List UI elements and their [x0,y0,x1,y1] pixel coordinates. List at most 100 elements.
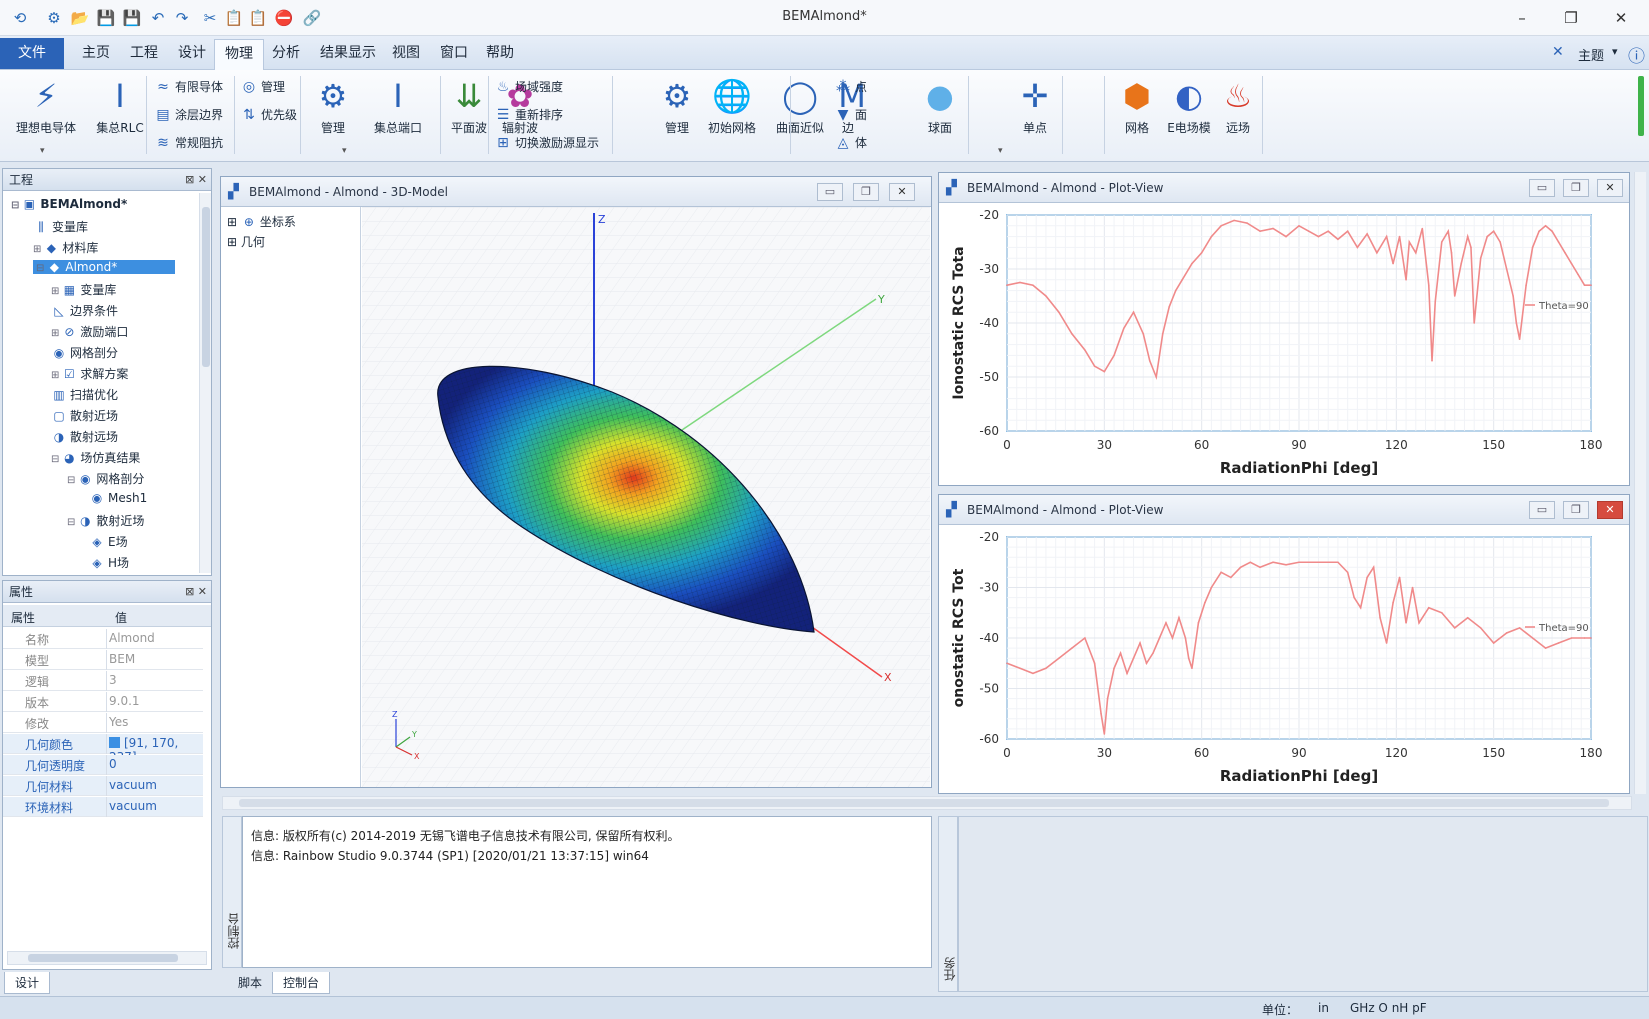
tree-item-14[interactable]: ◉ Mesh1 [89,491,147,505]
menu-tab-1[interactable]: 主页 [72,39,120,68]
tree-item-1[interactable]: ⫼ 变量库 [33,218,88,235]
ribbon-small-button-6[interactable]: ☰ 重新排序 [494,106,563,123]
tree-item-3[interactable]: ⊟ ◆ Almond* [33,260,175,274]
ribbon-button-10[interactable]: ● 球面 [914,76,966,136]
ribbon-dropdown-icon[interactable]: ▾ [40,146,45,156]
tree-item-13[interactable]: ⊟ ◉ 网格剖分 [67,470,144,487]
ribbon-button-11[interactable]: ✛ 单点 [1010,76,1060,136]
expand-icon[interactable]: ⊟ [11,200,19,211]
tree-item-8[interactable]: ⊞ ☑ 求解方案 [51,365,128,382]
minimize-button[interactable]: – [1504,6,1540,30]
menu-tab-8[interactable]: 窗口 [430,39,478,68]
property-row-1[interactable]: 模型 BEM [3,650,203,670]
window-restore-button[interactable]: ❐ [1563,179,1589,197]
ribbon-button-8[interactable]: ◯ 曲面近似 [770,76,830,136]
expand-icon[interactable]: ⊟ [51,454,59,465]
ribbon-small-button-9[interactable]: ▼ 面 [834,106,867,123]
tree-item-15[interactable]: ⊟ ◑ 散射近场 [67,512,144,529]
menu-tab-0[interactable]: 文件 [0,38,64,69]
property-row-2[interactable]: 逻辑 3 [3,671,203,691]
maximize-button[interactable]: ❐ [1553,6,1589,30]
menu-tab-4[interactable]: 物理 [214,39,264,70]
menu-tab-9[interactable]: 帮助 [476,39,524,68]
tree-item-2[interactable]: ⊞ ◆ 材料库 [33,239,98,256]
tree-item-coordinate[interactable]: ⊞ ⊕ 坐标系 [227,213,296,230]
properties-hscrollbar[interactable] [7,951,207,965]
window-minimize-button[interactable]: ▭ [817,183,843,201]
ribbon-small-button-1[interactable]: ▤ 涂层边界 [154,106,223,123]
model-viewport[interactable]: Z Y X Z Y X [362,207,930,787]
ribbon-dropdown-icon[interactable]: ▾ [998,146,1003,156]
expand-icon[interactable]: ⊟ [67,475,75,486]
expand-icon[interactable]: ⊟ [67,517,75,528]
window-restore-button[interactable]: ❐ [1563,501,1589,519]
property-row-5[interactable]: 几何颜色[91, 170, 237] [3,734,203,764]
tree-item-0[interactable]: ⊟ ▣ BEMAlmond* [11,197,127,211]
ribbon-button-4[interactable]: ⇊ 平面波 [446,76,492,136]
theme-label[interactable]: 主题 [1578,45,1604,64]
expand-icon[interactable]: ⊟ [36,263,44,274]
scroll-thumb[interactable] [28,954,178,962]
window-close-button[interactable]: ✕ [889,183,915,201]
workspace-hscrollbar[interactable] [222,796,1632,810]
ribbon-small-button-2[interactable]: ≋ 常规阻抗 [154,134,223,151]
window-restore-button[interactable]: ❐ [853,183,879,201]
ribbon-button-14[interactable]: ♨ 远场 [1218,76,1258,136]
theme-dropdown-icon[interactable]: ▾ [1612,45,1618,58]
length-unit[interactable]: in [1318,1001,1329,1015]
property-row-4[interactable]: 修改 Yes [3,713,203,733]
panel-pin-icon[interactable]: ⊠ ✕ [185,581,207,603]
tree-item-11[interactable]: ◑ 散射远场 [51,428,118,445]
expand-icon[interactable]: ⊞ [51,328,59,339]
property-row-7[interactable]: 几何材料 vacuum [3,776,203,796]
ribbon-button-2[interactable]: ⚙ 管理 [308,76,358,136]
ribbon-button-7[interactable]: 🌐 初始网格 [704,76,760,136]
ribbon-pin-icon[interactable]: ✕ [1552,44,1564,60]
workspace-vscrollbar[interactable] [1634,172,1646,794]
tree-item-geometry[interactable]: ⊞ 几何 [227,233,265,250]
tree-item-12[interactable]: ⊟ ◕ 场仿真结果 [51,449,140,466]
tree-item-6[interactable]: ⊞ ⊘ 激励端口 [51,323,128,340]
menu-tab-5[interactable]: 分析 [262,39,310,68]
close-button[interactable]: ✕ [1603,6,1639,30]
window-minimize-button[interactable]: ▭ [1529,501,1555,519]
expand-icon[interactable]: ⊞ [51,370,59,381]
tree-item-7[interactable]: ◉ 网格剖分 [51,344,118,361]
tree-item-4[interactable]: ⊞ ▦ 变量库 [51,281,116,298]
property-row-0[interactable]: 名称 Almond [3,629,203,649]
property-row-3[interactable]: 版本 9.0.1 [3,692,203,712]
ribbon-button-12[interactable]: ⬢ 网格 [1114,76,1160,136]
ribbon-small-button-10[interactable]: ◬ 体 [834,134,867,151]
property-row-6[interactable]: 几何透明度 0 [3,755,203,775]
tab-design[interactable]: 设计 [4,972,51,994]
ribbon-small-button-0[interactable]: ≈ 有限导体 [154,78,223,95]
scroll-thumb[interactable] [239,799,1609,807]
panel-pin-icon[interactable]: ⊠ ✕ [185,169,207,191]
tab-script[interactable]: 脚本 [228,972,272,994]
ribbon-button-0[interactable]: ⚡ 理想电导体 [10,76,82,136]
info-icon[interactable]: ⓘ [1628,42,1645,67]
ribbon-button-1[interactable]: Ⅰ 集总RLC [92,76,148,136]
ribbon-small-button-4[interactable]: ⇅ 优先级 [240,106,297,123]
menu-tab-2[interactable]: 工程 [120,39,168,68]
property-row-8[interactable]: 环境材料 vacuum [3,797,203,817]
window-close-button[interactable]: ✕ [1597,501,1623,519]
ribbon-small-button-7[interactable]: ⊞ 切换激励源显示 [494,134,599,151]
project-scrollbar[interactable] [199,193,211,573]
window-close-button[interactable]: ✕ [1597,179,1623,197]
ribbon-small-button-8[interactable]: ⁂ 点 [834,78,867,95]
ribbon-button-3[interactable]: Ⅰ 集总端口 [370,76,426,136]
rcs-chart-bottom[interactable]: 0 30 60 90 120 150 180 -20 -30 -40 -50 -60 Radiation… [941,527,1627,791]
ribbon-dropdown-icon[interactable]: ▾ [342,146,347,156]
tab-console[interactable]: 控制台 [272,972,331,994]
tree-item-5[interactable]: ◺ 边界条件 [51,302,118,319]
color-swatch[interactable] [109,737,120,748]
ribbon-button-13[interactable]: ◐ E电场模 [1164,76,1214,136]
window-minimize-button[interactable]: ▭ [1529,179,1555,197]
scroll-thumb[interactable] [202,207,210,367]
menu-tab-7[interactable]: 视图 [382,39,430,68]
rcs-chart-top[interactable]: 0 30 60 90 120 150 180 -20 -30 -40 -50 -60 Radiation… [941,205,1627,483]
tree-item-9[interactable]: ▥ 扫描优化 [51,386,118,403]
ribbon-small-button-3[interactable]: ◎ 管理 [240,78,285,95]
freq-units[interactable]: GHz O nH pF [1350,1001,1427,1015]
